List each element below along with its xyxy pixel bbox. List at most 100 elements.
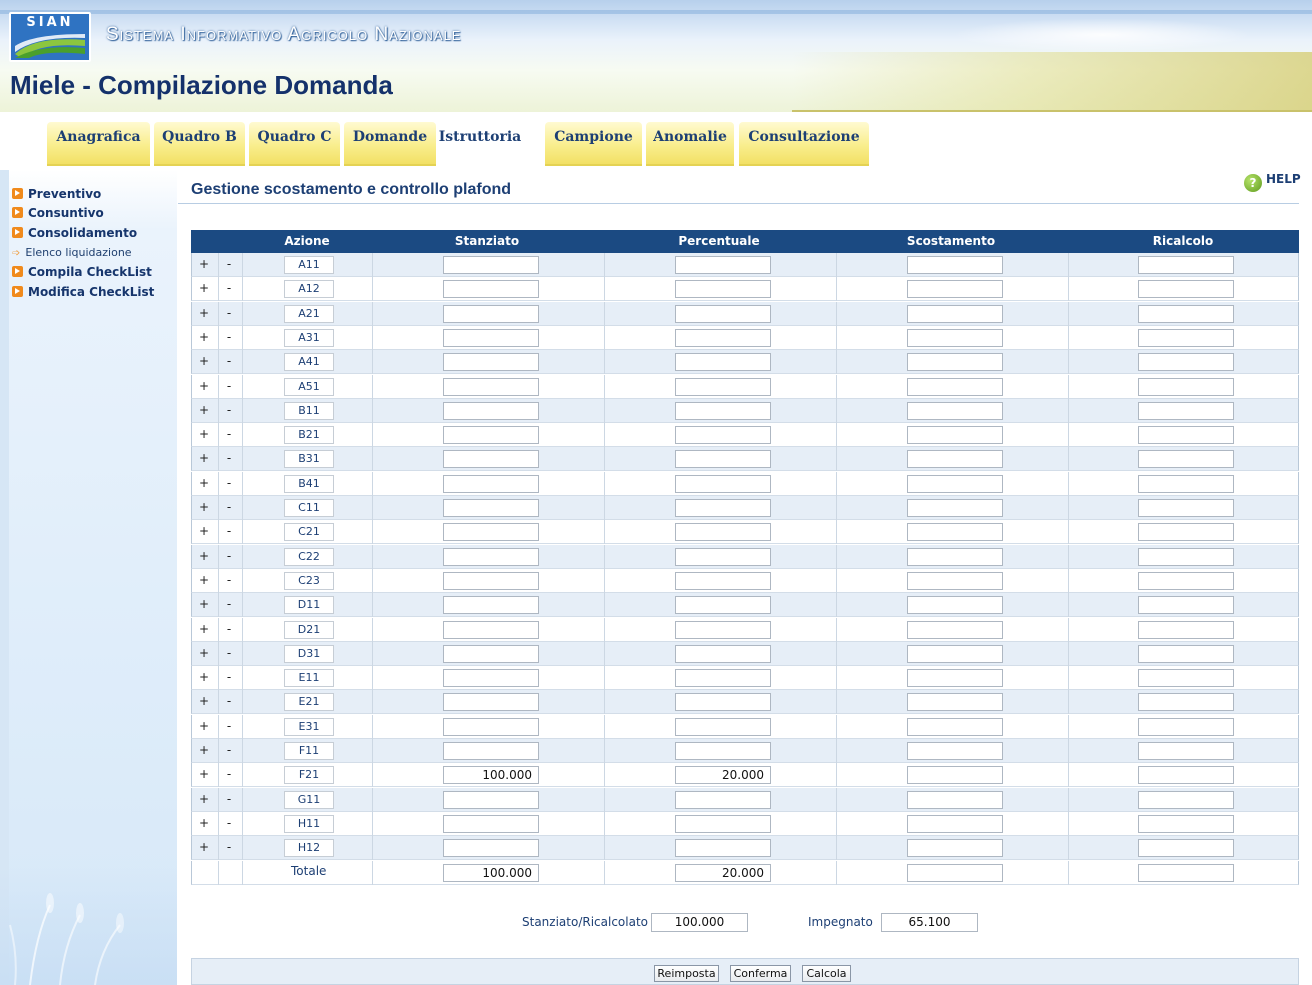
add-row-button[interactable]: +	[196, 645, 212, 662]
remove-row-button[interactable]: -	[221, 572, 237, 589]
remove-row-button[interactable]: -	[221, 353, 237, 370]
percentuale-input[interactable]	[675, 621, 771, 639]
add-row-button[interactable]: +	[196, 426, 212, 443]
percentuale-input[interactable]	[675, 329, 771, 347]
sidebar-item-elenco-liquidazione[interactable]: ➩ Elenco liquidazione	[12, 246, 132, 264]
stanziato-input[interactable]	[443, 572, 539, 590]
percentuale-input[interactable]	[675, 791, 771, 809]
add-row-button[interactable]: +	[196, 280, 212, 297]
scostamento-input[interactable]	[907, 839, 1003, 857]
tab-quadro-c[interactable]: Quadro C	[249, 122, 340, 166]
stanziato-ricalcolato-field[interactable]: 100.000	[651, 913, 748, 932]
add-row-button[interactable]: +	[196, 523, 212, 540]
scostamento-input[interactable]	[907, 572, 1003, 590]
percentuale-input[interactable]	[675, 815, 771, 833]
scostamento-input[interactable]	[907, 499, 1003, 517]
sidebar-item-consuntivo[interactable]: Consuntivo	[12, 206, 104, 224]
remove-row-button[interactable]: -	[221, 329, 237, 346]
scostamento-input[interactable]	[907, 378, 1003, 396]
percentuale-input[interactable]: 20.000	[675, 864, 771, 882]
calcola-button[interactable]: Calcola	[802, 965, 851, 982]
remove-row-button[interactable]: -	[221, 791, 237, 808]
add-row-button[interactable]: +	[196, 548, 212, 565]
scostamento-input[interactable]	[907, 693, 1003, 711]
percentuale-input[interactable]: 20.000	[675, 766, 771, 784]
percentuale-input[interactable]	[675, 256, 771, 274]
percentuale-input[interactable]	[675, 548, 771, 566]
stanziato-input[interactable]	[443, 305, 539, 323]
stanziato-input[interactable]	[443, 742, 539, 760]
remove-row-button[interactable]: -	[221, 548, 237, 565]
percentuale-input[interactable]	[675, 475, 771, 493]
ricalcolo-input[interactable]	[1138, 450, 1234, 468]
scostamento-input[interactable]	[907, 621, 1003, 639]
ricalcolo-input[interactable]	[1138, 669, 1234, 687]
tab-quadro-b[interactable]: Quadro B	[154, 122, 245, 166]
scostamento-input[interactable]	[907, 450, 1003, 468]
scostamento-input[interactable]	[907, 596, 1003, 614]
add-row-button[interactable]: +	[196, 815, 212, 832]
ricalcolo-input[interactable]	[1138, 499, 1234, 517]
sidebar-item-preventivo[interactable]: Preventivo	[12, 187, 101, 205]
add-row-button[interactable]: +	[196, 621, 212, 638]
scostamento-input[interactable]	[907, 475, 1003, 493]
remove-row-button[interactable]: -	[221, 378, 237, 395]
remove-row-button[interactable]: -	[221, 839, 237, 856]
ricalcolo-input[interactable]	[1138, 402, 1234, 420]
stanziato-input[interactable]	[443, 621, 539, 639]
percentuale-input[interactable]	[675, 839, 771, 857]
ricalcolo-input[interactable]	[1138, 621, 1234, 639]
scostamento-input[interactable]	[907, 256, 1003, 274]
tab-domande[interactable]: Domande	[344, 122, 436, 166]
stanziato-input[interactable]	[443, 645, 539, 663]
impegnato-field[interactable]: 65.100	[881, 913, 978, 932]
reimposta-button[interactable]: Reimposta	[654, 965, 719, 982]
add-row-button[interactable]: +	[196, 669, 212, 686]
stanziato-input[interactable]	[443, 791, 539, 809]
ricalcolo-input[interactable]	[1138, 791, 1234, 809]
percentuale-input[interactable]	[675, 742, 771, 760]
stanziato-input[interactable]	[443, 475, 539, 493]
add-row-button[interactable]: +	[196, 596, 212, 613]
add-row-button[interactable]: +	[196, 305, 212, 322]
scostamento-input[interactable]	[907, 718, 1003, 736]
remove-row-button[interactable]: -	[221, 426, 237, 443]
add-row-button[interactable]: +	[196, 718, 212, 735]
ricalcolo-input[interactable]	[1138, 256, 1234, 274]
ricalcolo-input[interactable]	[1138, 766, 1234, 784]
stanziato-input[interactable]	[443, 256, 539, 274]
remove-row-button[interactable]: -	[221, 596, 237, 613]
scostamento-input[interactable]	[907, 402, 1003, 420]
percentuale-input[interactable]	[675, 305, 771, 323]
stanziato-input[interactable]	[443, 815, 539, 833]
stanziato-input[interactable]	[443, 548, 539, 566]
add-row-button[interactable]: +	[196, 766, 212, 783]
stanziato-input[interactable]	[443, 499, 539, 517]
remove-row-button[interactable]: -	[221, 402, 237, 419]
remove-row-button[interactable]: -	[221, 305, 237, 322]
remove-row-button[interactable]: -	[221, 621, 237, 638]
add-row-button[interactable]: +	[196, 499, 212, 516]
ricalcolo-input[interactable]	[1138, 329, 1234, 347]
percentuale-input[interactable]	[675, 280, 771, 298]
remove-row-button[interactable]: -	[221, 669, 237, 686]
scostamento-input[interactable]	[907, 305, 1003, 323]
stanziato-input[interactable]	[443, 523, 539, 541]
remove-row-button[interactable]: -	[221, 718, 237, 735]
ricalcolo-input[interactable]	[1138, 426, 1234, 444]
sidebar-item-compila-checklist[interactable]: Compila CheckList	[12, 265, 152, 283]
ricalcolo-input[interactable]	[1138, 305, 1234, 323]
scostamento-input[interactable]	[907, 815, 1003, 833]
remove-row-button[interactable]: -	[221, 280, 237, 297]
percentuale-input[interactable]	[675, 499, 771, 517]
ricalcolo-input[interactable]	[1138, 718, 1234, 736]
percentuale-input[interactable]	[675, 693, 771, 711]
stanziato-input[interactable]	[443, 839, 539, 857]
percentuale-input[interactable]	[675, 353, 771, 371]
scostamento-input[interactable]	[907, 669, 1003, 687]
stanziato-input[interactable]: 100.000	[443, 864, 539, 882]
scostamento-input[interactable]	[907, 766, 1003, 784]
remove-row-button[interactable]: -	[221, 766, 237, 783]
scostamento-input[interactable]	[907, 864, 1003, 882]
ricalcolo-input[interactable]	[1138, 693, 1234, 711]
